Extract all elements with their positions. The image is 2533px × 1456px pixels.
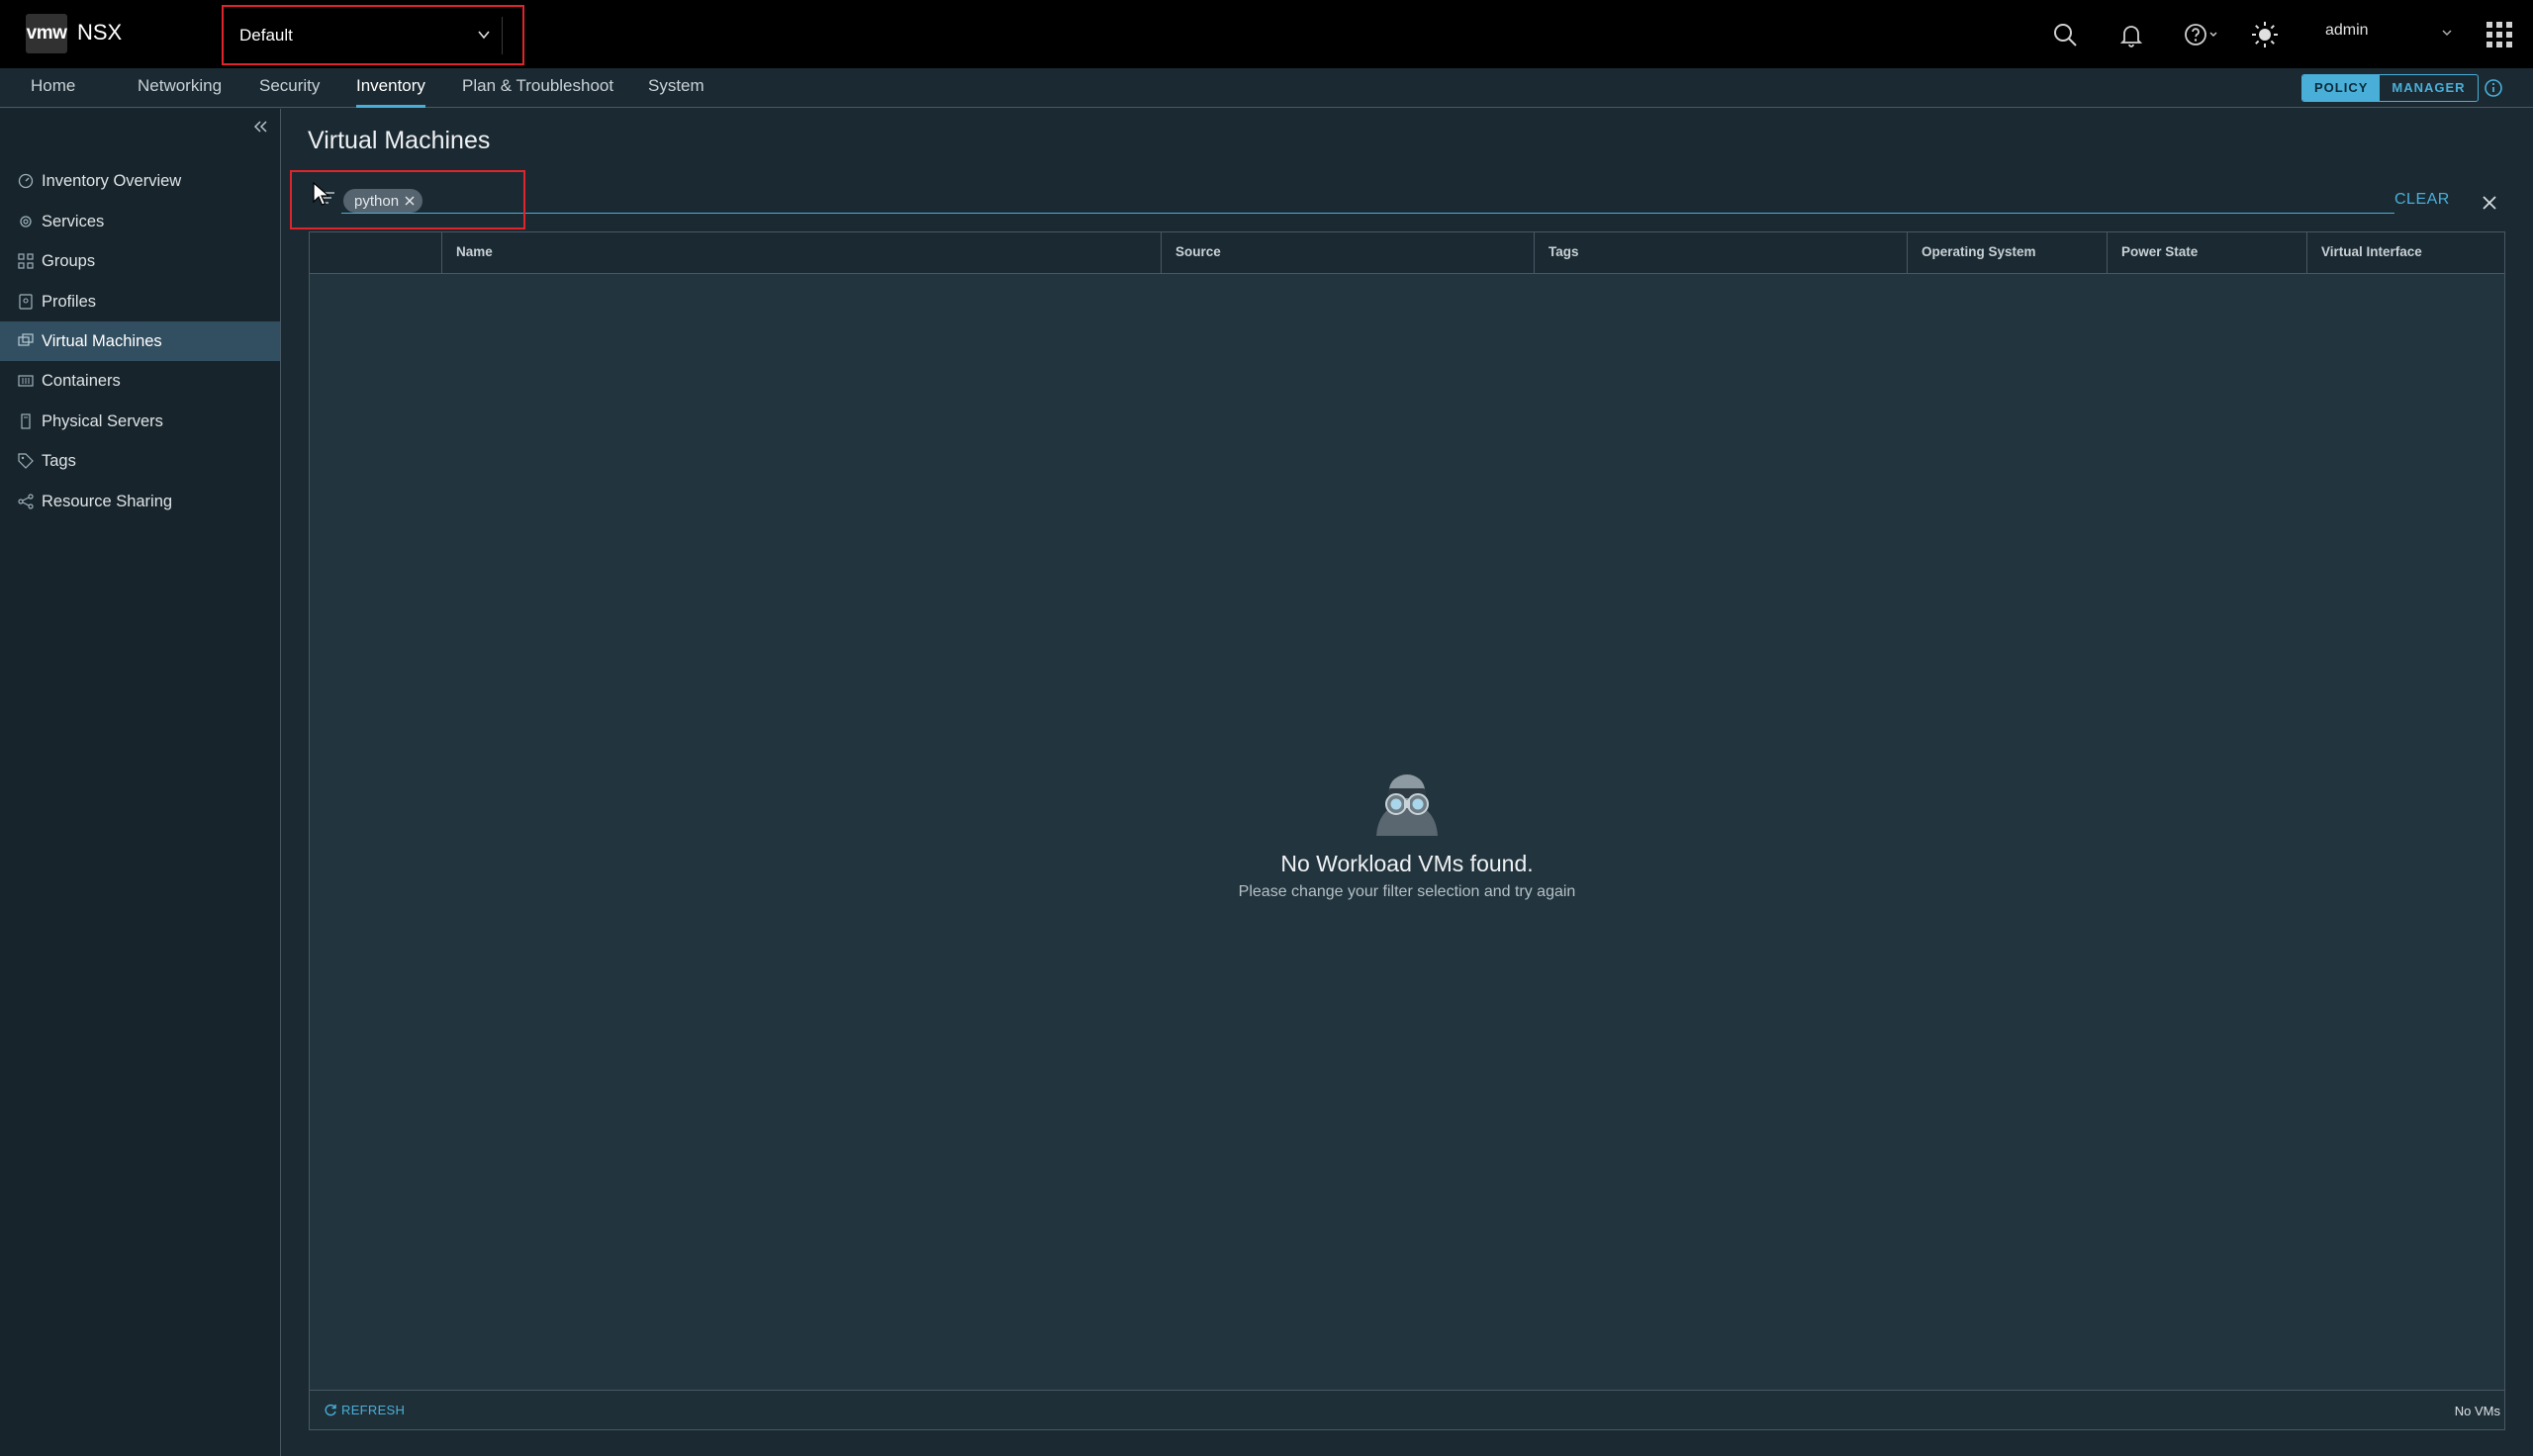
sidebar-item-label: Virtual Machines (42, 331, 162, 350)
nav-system[interactable]: System (648, 68, 704, 108)
search-icon[interactable] (2050, 20, 2080, 49)
user-menu[interactable]: admin (2325, 22, 2369, 40)
sidebar-item-profiles[interactable]: Profiles (0, 282, 280, 321)
empty-state: No Workload VMs found. Please change you… (310, 773, 2504, 901)
column-tags[interactable]: Tags (1534, 232, 1907, 274)
server-icon (18, 413, 34, 429)
refresh-button[interactable]: REFRESH (324, 1403, 405, 1417)
vmware-logo[interactable]: vmw (26, 14, 67, 53)
sidebar-item-label: Inventory Overview (42, 171, 182, 190)
project-selector-value: Default (239, 25, 293, 45)
selector-divider (502, 17, 503, 54)
sidebar-item-label: Containers (42, 371, 121, 390)
share-icon (18, 494, 34, 509)
sidebar-item-tags[interactable]: Tags (0, 441, 280, 481)
refresh-label: REFRESH (341, 1403, 406, 1417)
refresh-icon (325, 1404, 336, 1415)
manager-mode-button[interactable]: MANAGER (2380, 75, 2477, 101)
close-icon[interactable] (2481, 194, 2498, 212)
vm-count: No VMs (2454, 1404, 2500, 1418)
column-power-state[interactable]: Power State (2107, 232, 2306, 274)
sidebar-item-services[interactable]: Services (0, 202, 280, 241)
nav-security[interactable]: Security (259, 68, 320, 108)
table-footer: REFRESH No VMs (310, 1390, 2504, 1429)
empty-state-title: No Workload VMs found. (1280, 851, 1534, 876)
page-title: Virtual Machines (308, 127, 491, 154)
chevron-down-icon[interactable] (2441, 28, 2453, 38)
column-virtual-interface[interactable]: Virtual Interface (2306, 232, 2504, 274)
sidebar-item-containers[interactable]: Containers (0, 361, 280, 401)
chevron-down-icon (478, 31, 490, 40)
sidebar-item-label: Profiles (42, 292, 97, 311)
sidebar-item-resource-sharing[interactable]: Resource Sharing (0, 482, 280, 521)
sidebar-item-groups[interactable]: Groups (0, 241, 280, 281)
column-name[interactable]: Name (441, 232, 1161, 274)
vm-table: Name Source Tags Operating System Power … (309, 231, 2505, 1430)
binoculars-icon (1376, 774, 1438, 836)
sidebar-item-label: Resource Sharing (42, 492, 173, 510)
bell-icon[interactable] (2116, 20, 2146, 49)
product-name: NSX (77, 20, 123, 45)
project-selector[interactable]: Default (222, 5, 524, 65)
mouse-cursor-icon (313, 182, 330, 206)
groups-icon (18, 253, 34, 269)
table-header: Name Source Tags Operating System Power … (310, 232, 2504, 274)
app-launcher-icon[interactable] (2485, 20, 2514, 49)
sidebar-item-physical-servers[interactable]: Physical Servers (0, 402, 280, 441)
sidebar-item-label: Groups (42, 251, 96, 270)
sidebar-item-label: Services (42, 212, 105, 230)
empty-state-subtitle: Please change your filter selection and … (1238, 883, 1576, 900)
info-icon[interactable] (2484, 78, 2503, 98)
dashboard-icon (18, 173, 34, 189)
sidebar-item-label: Physical Servers (42, 411, 163, 430)
theme-toggle-icon[interactable] (2250, 20, 2280, 49)
services-icon (18, 214, 34, 229)
top-header: vmw NSX Default admin (0, 0, 2533, 68)
sidebar-item-virtual-machines[interactable]: Virtual Machines (0, 321, 280, 361)
nav-plan-troubleshoot[interactable]: Plan & Troubleshoot (462, 68, 613, 108)
main-nav: Home Networking Security Inventory Plan … (0, 68, 2533, 108)
containers-icon (18, 373, 34, 389)
tag-icon (18, 453, 34, 469)
help-icon[interactable] (2183, 20, 2222, 49)
vm-icon (18, 333, 34, 349)
collapse-sidebar-icon[interactable] (251, 118, 269, 136)
policy-mode-button[interactable]: POLICY (2302, 75, 2381, 101)
sidebar-item-label: Tags (42, 451, 76, 470)
nav-inventory[interactable]: Inventory (356, 68, 425, 108)
column-source[interactable]: Source (1161, 232, 1534, 274)
clear-filter-button[interactable]: CLEAR (2394, 191, 2450, 209)
nav-networking[interactable]: Networking (138, 68, 222, 108)
mode-toggle: POLICY MANAGER (2301, 74, 2479, 102)
column-operating-system[interactable]: Operating System (1907, 232, 2107, 274)
sidebar-item-inventory-overview[interactable]: Inventory Overview (0, 161, 280, 201)
nav-home[interactable]: Home (31, 68, 75, 108)
sidebar: Inventory Overview Services Groups Profi… (0, 109, 281, 1456)
profiles-icon (18, 294, 34, 310)
filter-input[interactable] (341, 180, 2394, 214)
